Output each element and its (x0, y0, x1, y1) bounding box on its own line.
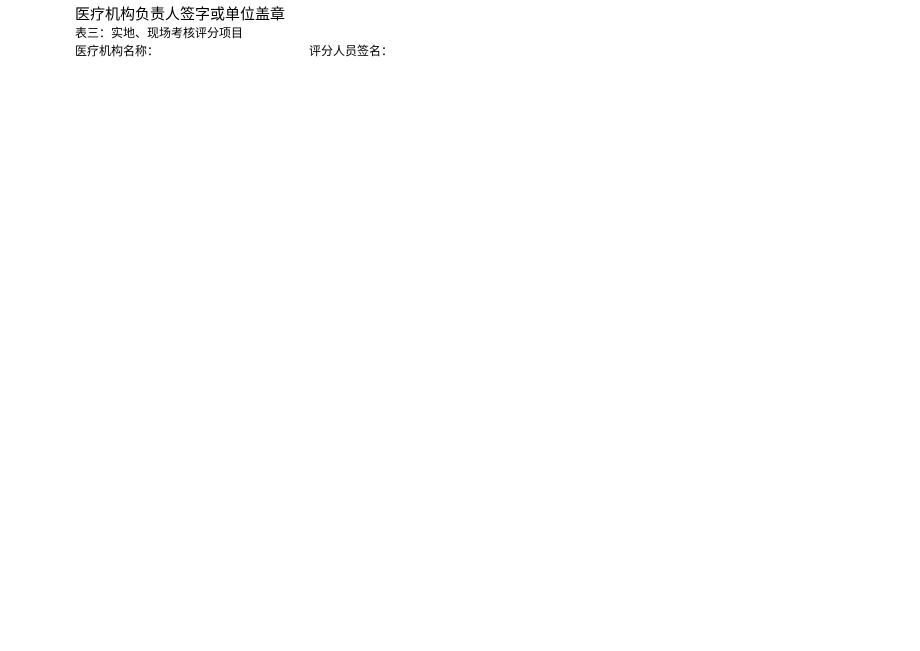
institution-name-label: 医疗机构名称： (75, 43, 159, 59)
scorer-signature-label: 评分人员签名： (309, 43, 393, 59)
signature-line: 医疗机构名称： 评分人员签名： (75, 43, 393, 59)
table-title: 表三：实地、现场考核评分项目 (75, 25, 393, 41)
document-content: 医疗机构负责人签字或单位盖章 表三：实地、现场考核评分项目 医疗机构名称： 评分人… (75, 5, 393, 59)
document-heading: 医疗机构负责人签字或单位盖章 (75, 5, 393, 25)
